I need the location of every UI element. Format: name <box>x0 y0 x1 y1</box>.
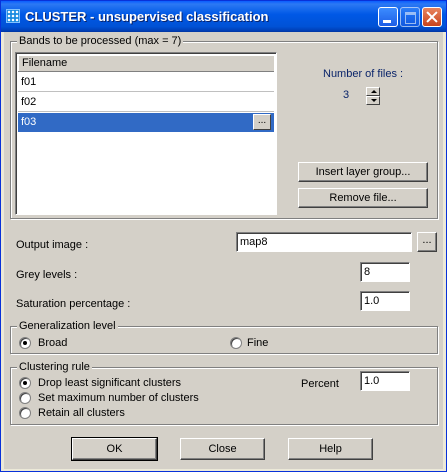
file-name: f01 <box>21 76 37 88</box>
set-maximum-clusters-label: Set maximum number of clusters <box>38 392 199 404</box>
bands-group-label: Bands to be processed (max = 7) <box>17 35 184 47</box>
generalization-group: Generalization level Broad Fine <box>10 320 438 354</box>
close-icon[interactable] <box>422 7 442 27</box>
saturation-percentage-label: Saturation percentage : <box>16 298 131 310</box>
ok-button[interactable]: OK <box>71 437 158 461</box>
spin-down-icon[interactable] <box>366 96 380 105</box>
percent-input[interactable]: 1.0 <box>360 371 410 391</box>
clustering-rule-group: Clustering rule Drop least significant c… <box>10 361 438 425</box>
grey-levels-label: Grey levels : <box>16 269 78 281</box>
list-item-f02[interactable]: f02 <box>18 93 274 112</box>
file-browse-button[interactable]: ... <box>253 114 271 130</box>
file-name: f02 <box>21 96 37 108</box>
clustering-rule-group-label: Clustering rule <box>17 361 92 373</box>
filename-column-header[interactable]: Filename <box>18 55 274 72</box>
number-of-files-spinner[interactable] <box>366 87 380 105</box>
spin-up-icon[interactable] <box>366 87 380 96</box>
minimize-icon[interactable] <box>378 7 398 27</box>
file-name: f03 <box>21 116 37 128</box>
list-item-f03[interactable]: f03 ... <box>18 113 274 132</box>
bands-file-list[interactable]: Filename f01 f02 f03 ... <box>15 52 277 215</box>
title-bar[interactable]: CLUSTER - unsupervised classification <box>1 1 446 32</box>
fine-radio[interactable] <box>230 337 242 349</box>
retain-all-clusters-radio[interactable] <box>19 407 31 419</box>
remove-file-button[interactable]: Remove file... <box>298 188 428 208</box>
maximize-icon <box>400 7 420 27</box>
list-item-f01[interactable]: f01 <box>18 73 274 92</box>
generalization-group-label: Generalization level <box>17 320 118 332</box>
number-of-files-label: Number of files : <box>323 68 404 80</box>
saturation-percentage-input[interactable]: 1.0 <box>360 291 410 311</box>
retain-all-clusters-label: Retain all clusters <box>38 407 125 419</box>
bands-group: Bands to be processed (max = 7) Filename… <box>10 35 438 219</box>
drop-least-significant-radio[interactable] <box>19 377 31 389</box>
output-image-label: Output image : <box>16 239 89 251</box>
set-maximum-clusters-radio[interactable] <box>19 392 31 404</box>
broad-radio[interactable] <box>19 337 31 349</box>
window-title: CLUSTER - unsupervised classification <box>25 9 269 24</box>
number-of-files-value: 3 <box>343 89 350 101</box>
broad-label: Broad <box>38 337 68 349</box>
fine-label: Fine <box>247 337 269 349</box>
output-image-input[interactable]: map8 <box>236 232 412 252</box>
drop-least-significant-label: Drop least significant clusters <box>38 377 182 389</box>
help-button[interactable]: Help <box>288 438 373 460</box>
dialog-body: Bands to be processed (max = 7) Filename… <box>4 32 443 469</box>
close-button[interactable]: Close <box>180 438 265 460</box>
percent-label: Percent <box>301 378 339 390</box>
cluster-dialog: CLUSTER - unsupervised classification Ba… <box>0 0 447 472</box>
cluster-app-icon <box>6 9 20 23</box>
grey-levels-input[interactable]: 8 <box>360 262 410 282</box>
insert-layer-group-button[interactable]: Insert layer group... <box>298 162 428 182</box>
output-browse-button[interactable]: ... <box>417 232 437 252</box>
